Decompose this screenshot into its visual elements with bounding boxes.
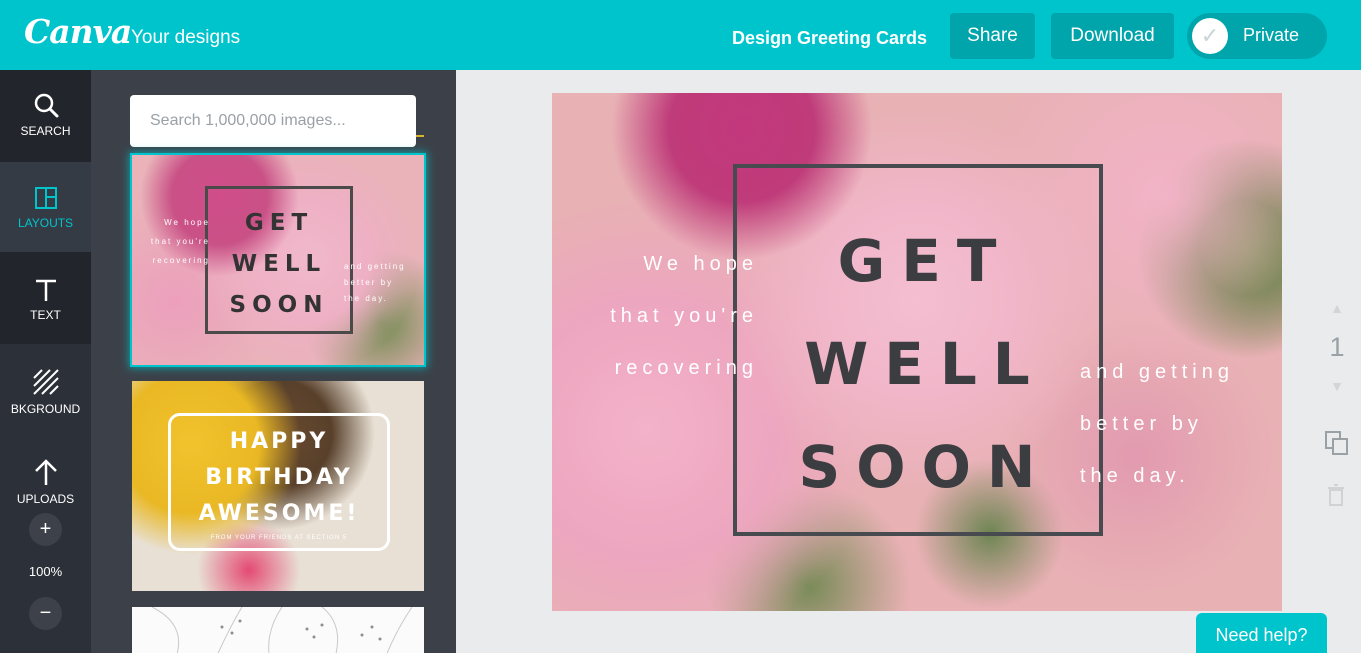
nav-item-label: UPLOADS <box>16 492 75 506</box>
share-button[interactable]: Share <box>950 13 1035 59</box>
search-icon <box>34 93 58 118</box>
need-help-button[interactable]: Need help? <box>1196 613 1327 653</box>
pattern-graphic <box>151 607 413 653</box>
nav-item-layouts[interactable]: LAYOUTS <box>0 162 91 252</box>
search-underline <box>416 135 424 137</box>
layout-title: HAPPY BIRTHDAY AWESOME! <box>198 429 360 526</box>
nav-item-label: LAYOUTS <box>17 216 74 230</box>
background-icon <box>32 369 59 395</box>
page-down-icon[interactable]: ▼ <box>1326 378 1348 394</box>
zoom-in-button[interactable]: + <box>29 513 62 546</box>
design-canvas[interactable]: GET WELL SOON We hope that you're recove… <box>552 93 1282 611</box>
top-bar: Canva Your designs Design Greeting Cards… <box>0 0 1361 70</box>
page-number: 1 <box>1329 332 1345 362</box>
canva-logo[interactable]: Canva <box>24 12 132 51</box>
download-button[interactable]: Download <box>1051 13 1174 59</box>
private-label: Private <box>1243 25 1300 45</box>
nav-item-background[interactable]: BKGROUND <box>0 344 91 436</box>
layouts-icon <box>34 187 57 209</box>
left-nav: SEARCH LAYOUTS TEXT BKGROUND UPLOADS + 1… <box>0 70 91 653</box>
nav-item-label: TEXT <box>30 308 61 322</box>
layout-thumbnail-pattern[interactable] <box>132 607 424 653</box>
layout-thumbnail-birthday[interactable]: HAPPY BIRTHDAY AWESOME! FROM YOUR FRIEND… <box>132 381 424 591</box>
layout-title: GET WELL SOON <box>229 210 329 318</box>
upload-icon <box>34 459 57 485</box>
card-left-text[interactable]: We hope that you're recovering <box>572 238 764 394</box>
card-right-text[interactable]: and getting better by the day. <box>1080 346 1280 502</box>
text-icon <box>35 279 56 301</box>
your-designs-link[interactable]: Your designs <box>131 27 240 49</box>
private-toggle[interactable]: ✓ Private <box>1187 13 1327 59</box>
trash-icon[interactable] <box>1327 484 1345 506</box>
nav-item-uploads[interactable]: UPLOADS <box>0 436 91 516</box>
copy-page-icon[interactable] <box>1324 430 1350 456</box>
layout-thumbnail-get-well[interactable]: GET WELL SOON We hope that you're recove… <box>130 153 426 367</box>
page-up-icon[interactable]: ▲ <box>1326 300 1348 316</box>
nav-item-label: SEARCH <box>20 124 71 138</box>
document-title[interactable]: Design Greeting Cards <box>732 28 927 49</box>
nav-item-text[interactable]: TEXT <box>0 252 91 344</box>
check-icon: ✓ <box>1192 18 1228 54</box>
layout-right-text: and getting better by the day. <box>344 262 406 303</box>
image-search-input[interactable] <box>130 95 416 147</box>
nav-item-search[interactable]: SEARCH <box>0 70 91 162</box>
layout-subtitle: FROM YOUR FRIENDS AT SECTION 5 <box>210 535 348 541</box>
zoom-out-button[interactable]: − <box>29 597 62 630</box>
card-title[interactable]: GET WELL SOON <box>733 210 1103 519</box>
nav-item-label: BKGROUND <box>10 402 81 416</box>
zoom-level: 100% <box>28 564 63 579</box>
layout-left-text: We hope that you're recovering <box>150 218 210 265</box>
layouts-panel: GET WELL SOON We hope that you're recove… <box>91 70 456 653</box>
